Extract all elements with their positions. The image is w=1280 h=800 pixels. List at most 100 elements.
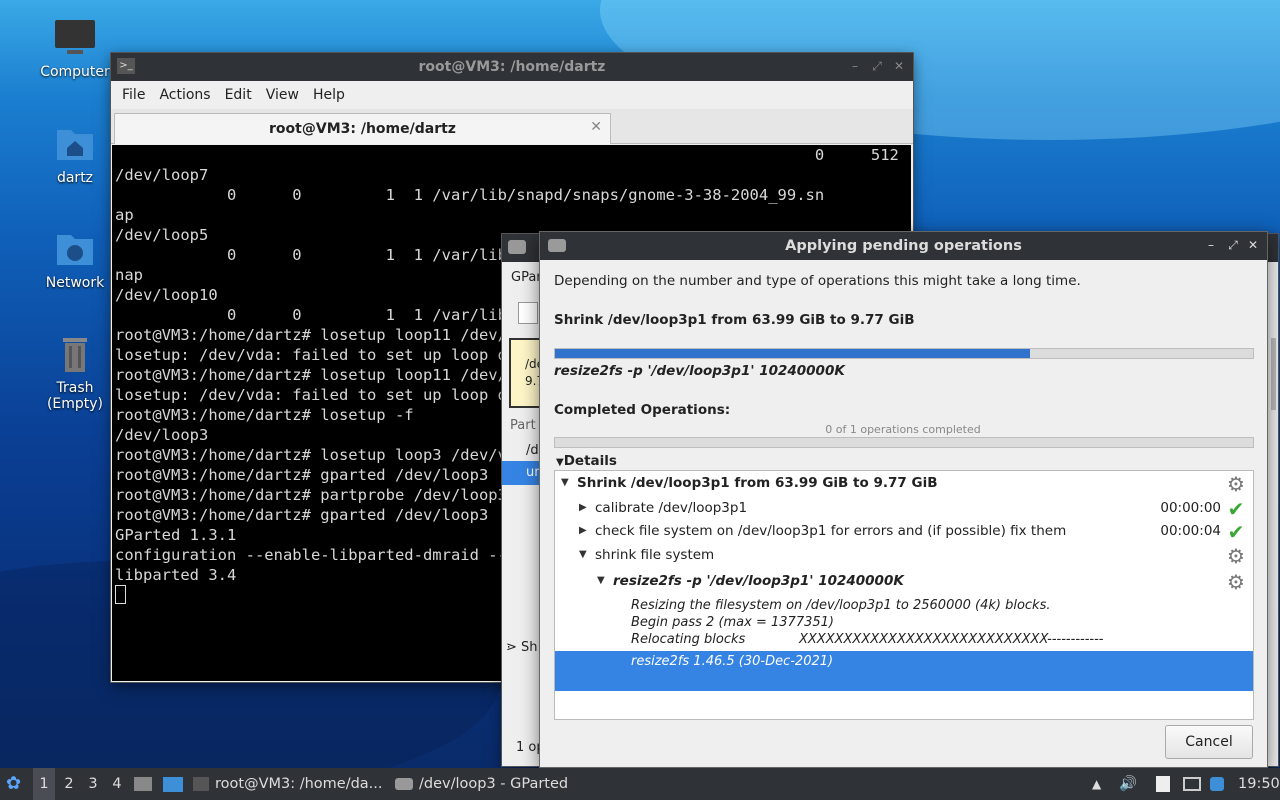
gparted-menu-fragment[interactable]: GPar: [511, 270, 542, 285]
home-folder-icon: [53, 124, 97, 164]
dialog-title: Applying pending operations: [785, 238, 1022, 254]
minimize-button[interactable]: –: [847, 58, 863, 74]
task-gparted[interactable]: /dev/loop3 - GParted: [395, 768, 595, 800]
scrollbar[interactable]: [1271, 338, 1276, 410]
network-icon[interactable]: [1183, 768, 1201, 800]
current-operation: Shrink /dev/loop3p1 from 63.99 GiB to 9.…: [554, 312, 915, 328]
desktop-icon-trash[interactable]: Trash (Empty): [30, 334, 120, 412]
desktop-icon-home[interactable]: dartz: [30, 124, 120, 186]
clipboard-icon[interactable]: [1156, 768, 1170, 800]
tree-label: Shrink /dev/loop3p1 from 63.99 GiB to 9.…: [577, 475, 938, 491]
success-check-icon: ✔: [1227, 520, 1245, 544]
menu-file[interactable]: File: [115, 87, 152, 103]
tree-label: shrink file system: [595, 547, 715, 563]
partition-row-label: ur: [526, 465, 540, 480]
desktop-icon-computer[interactable]: Computer: [30, 18, 120, 80]
menu-view[interactable]: View: [259, 87, 306, 103]
expander-arrow-icon[interactable]: ▶: [579, 502, 587, 513]
tree-label: resize2fs -p '/dev/loop3p1' 10240000K: [613, 573, 904, 589]
terminal-tab[interactable]: root@VM3: /home/dartz ✕: [114, 113, 611, 144]
maximize-button[interactable]: ⤢: [1225, 237, 1241, 253]
gparted-icon: [508, 240, 526, 254]
operation-progress-bar: [554, 348, 1254, 359]
expander-arrow-icon[interactable]: ▶: [579, 525, 587, 536]
tree-row-check[interactable]: ▶ check file system on /dev/loop3p1 for …: [555, 521, 1253, 543]
desktop-icon-label: Network: [45, 275, 105, 291]
terminal-line: ap: [115, 206, 134, 224]
success-check-icon: ✔: [1227, 497, 1245, 521]
close-button[interactable]: ✕: [1245, 237, 1261, 253]
clock: 19:50: [1238, 776, 1280, 792]
details-tree[interactable]: ▼ Shrink /dev/loop3p1 from 63.99 GiB to …: [554, 470, 1254, 720]
workspace-button[interactable]: 2: [58, 768, 80, 800]
volume-icon[interactable]: 🔊: [1119, 768, 1137, 800]
partition-row-selected[interactable]: ur: [502, 461, 542, 485]
terminal-titlebar[interactable]: >_ root@VM3: /home/dartz – ⤢ ✕: [111, 53, 913, 81]
computer-icon: [53, 18, 97, 58]
gears-icon: ⚙: [1227, 544, 1245, 568]
duration: 00:00:04: [1160, 523, 1221, 539]
task-label: /dev/loop3 - GParted: [419, 776, 569, 792]
tree-label: check file system on /dev/loop3p1 for er…: [595, 523, 1067, 539]
close-button[interactable]: ✕: [891, 58, 907, 74]
pane-text: Sh: [521, 640, 538, 655]
completed-text: 0 of 1 operations completed: [825, 423, 981, 436]
tree-row-shrink[interactable]: ▼ Shrink /dev/loop3p1 from 63.99 GiB to …: [555, 473, 1253, 495]
gears-icon: ⚙: [1227, 472, 1245, 496]
terminal-menubar: File Actions Edit View Help: [111, 81, 913, 109]
completed-progress-bar: [554, 437, 1254, 448]
command-output: resize2fs 1.46.5 (30-Dec-2021): [631, 654, 834, 669]
tray-up-icon[interactable]: ▲: [1092, 768, 1101, 800]
menu-actions[interactable]: Actions: [152, 87, 217, 103]
desktop-icon-label: Computer: [40, 64, 110, 80]
dialog-description: Depending on the number and type of oper…: [554, 273, 1081, 289]
pending-pane-label[interactable]: ⋗ Sh: [506, 640, 538, 655]
desktop-icon-network[interactable]: Network: [30, 229, 120, 291]
apply-operations-dialog[interactable]: Applying pending operations – ⤢ ✕ Depend…: [540, 232, 1267, 767]
close-tab-icon[interactable]: ✕: [590, 119, 602, 135]
file-manager-icon[interactable]: [134, 768, 152, 800]
selected-output-row[interactable]: resize2fs 1.46.5 (30-Dec-2021): [555, 651, 1253, 691]
tree-row-shrink-fs[interactable]: ▼ shrink file system ⚙: [555, 545, 1253, 567]
workspace-button[interactable]: 1: [33, 768, 55, 800]
expander-arrow-icon[interactable]: ▼: [579, 549, 587, 560]
terminal-tabbar: root@VM3: /home/dartz ✕: [111, 109, 913, 144]
terminal-icon: [193, 777, 209, 791]
expander-arrow-icon[interactable]: ▼: [561, 477, 569, 488]
desktop-icon-label: dartz: [56, 170, 94, 186]
command-output: Begin pass 2 (max = 1377351): [631, 615, 834, 630]
dialog-titlebar[interactable]: Applying pending operations – ⤢ ✕: [540, 232, 1267, 260]
workspace-button[interactable]: 4: [106, 768, 128, 800]
menu-edit[interactable]: Edit: [218, 87, 259, 103]
details-label: Details: [563, 453, 617, 469]
workspace-button[interactable]: 3: [82, 768, 104, 800]
terminal-line: /dev/loop7: [115, 166, 209, 184]
show-desktop-icon[interactable]: [163, 768, 183, 800]
menu-help[interactable]: Help: [306, 87, 352, 103]
tree-row-resize-cmd[interactable]: ▼ resize2fs -p '/dev/loop3p1' 10240000K …: [555, 571, 1253, 593]
task-terminal[interactable]: root@VM3: /home/da...: [193, 768, 388, 800]
maximize-button[interactable]: ⤢: [869, 58, 885, 74]
gears-icon: ⚙: [1227, 570, 1245, 594]
notification-icon[interactable]: [1210, 768, 1224, 800]
terminal-line: 0 0 1 1 /var/lib/snapd/snaps/gnome-3-38-…: [115, 186, 825, 204]
column-header-partition[interactable]: Part: [510, 418, 536, 433]
tree-row-calibrate[interactable]: ▶ calibrate /dev/loop3p1 00:00:00 ✔: [555, 498, 1253, 520]
command-output: XXXXXXXXXXXXXXXXXXXXXXXXXXXX------------: [799, 632, 1104, 647]
minimize-button[interactable]: –: [1203, 237, 1219, 253]
app-menu-icon[interactable]: ✿: [6, 768, 21, 800]
terminal-line: 0 512: [115, 146, 899, 164]
gparted-icon: [395, 778, 413, 790]
desktop-icon-label: Trash (Empty): [46, 380, 104, 412]
trash-icon: [53, 334, 97, 374]
cancel-button[interactable]: Cancel: [1165, 725, 1253, 759]
expander-arrow-icon[interactable]: ▼: [597, 575, 605, 586]
pane-icon: ⋗: [506, 640, 522, 655]
details-expander[interactable]: ▼Details: [556, 453, 617, 469]
completed-label: Completed Operations:: [554, 402, 731, 418]
current-command: resize2fs -p '/dev/loop3p1' 10240000K: [554, 363, 845, 379]
new-icon[interactable]: [518, 302, 538, 324]
command-output: Resizing the filesystem on /dev/loop3p1 …: [631, 598, 1051, 613]
taskbar: ✿ 1 2 3 4 root@VM3: /home/da... /dev/loo…: [0, 768, 1280, 800]
network-folder-icon: [53, 229, 97, 269]
